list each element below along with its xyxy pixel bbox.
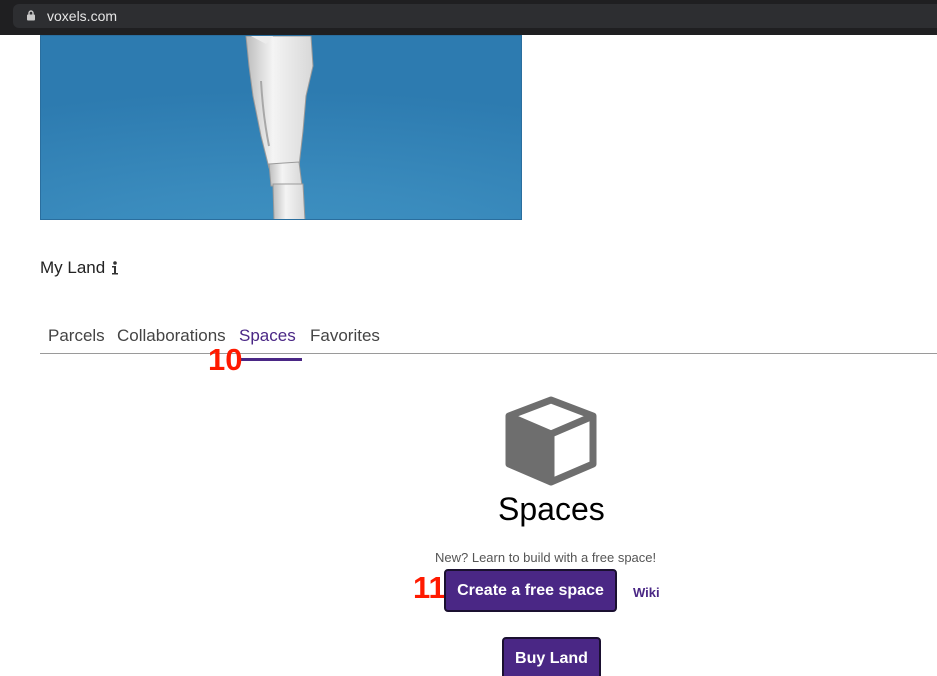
tab-parcels[interactable]: Parcels bbox=[48, 326, 105, 358]
url-text: voxels.com bbox=[47, 8, 118, 24]
avatar-preview-canvas[interactable] bbox=[40, 35, 522, 220]
cube-icon bbox=[505, 396, 597, 486]
tab-favorites[interactable]: Favorites bbox=[310, 326, 380, 358]
address-field[interactable]: voxels.com bbox=[13, 4, 937, 28]
spaces-heading: Spaces bbox=[498, 491, 605, 527]
avatar-figure bbox=[245, 36, 314, 219]
buy-land-button[interactable]: Buy Land bbox=[502, 637, 601, 676]
create-free-space-button[interactable]: Create a free space bbox=[444, 569, 617, 612]
tab-spaces[interactable]: Spaces bbox=[239, 326, 302, 361]
spaces-hint-text: New? Learn to build with a free space! bbox=[435, 550, 657, 565]
wiki-link[interactable]: Wiki bbox=[633, 585, 660, 600]
my-land-heading: My Land bbox=[40, 258, 119, 278]
my-land-title: My Land bbox=[40, 258, 106, 277]
land-tabs: Parcels Collaborations Spaces Favorites bbox=[40, 322, 937, 361]
annotation-marker-button: 11 bbox=[413, 570, 446, 605]
annotation-marker-tab: 10 bbox=[208, 342, 243, 377]
lock-icon bbox=[27, 10, 35, 21]
info-icon[interactable] bbox=[111, 261, 119, 275]
browser-url-bar: voxels.com bbox=[0, 0, 937, 35]
